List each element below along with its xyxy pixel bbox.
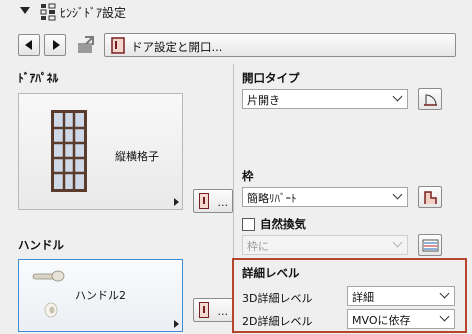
expand-corner-icon bbox=[174, 198, 179, 206]
arrow-left-icon bbox=[25, 40, 32, 50]
settings-button-label: ドア設定と開口... bbox=[131, 40, 223, 54]
door-handle-icon bbox=[32, 270, 65, 318]
expand-corner-icon bbox=[174, 320, 179, 328]
ventilation-location-select[interactable]: 枠に bbox=[242, 235, 408, 255]
chevron-down-icon bbox=[439, 311, 450, 322]
door-settings-opening-button[interactable]: ドア設定と開口... bbox=[104, 33, 456, 57]
chevron-down-icon bbox=[439, 288, 450, 299]
favorites-icon[interactable] bbox=[76, 35, 96, 55]
opening-type-select[interactable]: 片開き bbox=[242, 89, 408, 109]
chevron-down-icon bbox=[392, 91, 403, 102]
handle-more-button[interactable]: ... bbox=[193, 298, 233, 322]
ventilation-options-button[interactable] bbox=[418, 234, 442, 256]
handle-preview[interactable]: ハンドル2 bbox=[18, 259, 183, 332]
detail-3d-label: 3D詳細レベル bbox=[242, 292, 313, 305]
door-icon bbox=[111, 37, 125, 54]
door-panel-small-icon bbox=[199, 193, 209, 209]
detail-2d-label: 2D詳細レベル bbox=[242, 315, 313, 328]
chevron-down-icon bbox=[392, 237, 403, 248]
door-panel-preview[interactable]: 縦横格子 bbox=[18, 93, 183, 210]
opening-type-options-button[interactable] bbox=[418, 88, 442, 110]
previous-button[interactable] bbox=[18, 34, 40, 56]
frame-heading: 枠 bbox=[242, 169, 254, 183]
natural-ventilation-label: 自然換気 bbox=[260, 217, 306, 231]
frame-options-button[interactable] bbox=[418, 186, 442, 208]
chevron-down-icon bbox=[392, 189, 403, 200]
next-button[interactable] bbox=[44, 34, 66, 56]
dialog-title-bar: ﾋﾝｼﾞﾄﾞｱ設定 bbox=[0, 0, 472, 28]
detail-3d-select[interactable]: 詳細 bbox=[347, 286, 455, 306]
swing-arc-icon bbox=[424, 94, 437, 106]
door-settings-icon bbox=[40, 3, 56, 21]
door-panel-more-button[interactable]: ... bbox=[193, 189, 233, 213]
handle-heading: ハンドル bbox=[18, 238, 64, 252]
frame-profile-icon bbox=[424, 191, 437, 204]
frame-select[interactable]: 簡略ﾘﾊﾞｰﾄ bbox=[242, 187, 408, 207]
detail-level-heading: 詳細レベル bbox=[242, 266, 300, 280]
handle-style-label: ハンドル2 bbox=[75, 289, 126, 302]
ventilation-grille-icon bbox=[422, 239, 439, 252]
door-panel-style-label: 縦横格子 bbox=[115, 150, 159, 163]
door-panel-heading: ﾄﾞｱﾊﾟﾈﾙ bbox=[18, 71, 59, 85]
handle-small-icon bbox=[199, 302, 209, 318]
natural-ventilation-checkbox[interactable] bbox=[242, 218, 255, 231]
opening-type-heading: 開口タイプ bbox=[242, 71, 300, 85]
dialog-title: ﾋﾝｼﾞﾄﾞｱ設定 bbox=[60, 6, 127, 20]
detail-2d-select[interactable]: MVOに依存 bbox=[347, 309, 455, 329]
arrow-right-icon bbox=[53, 40, 60, 50]
door-grid-icon bbox=[51, 110, 87, 192]
collapse-caret-icon[interactable] bbox=[20, 7, 30, 14]
